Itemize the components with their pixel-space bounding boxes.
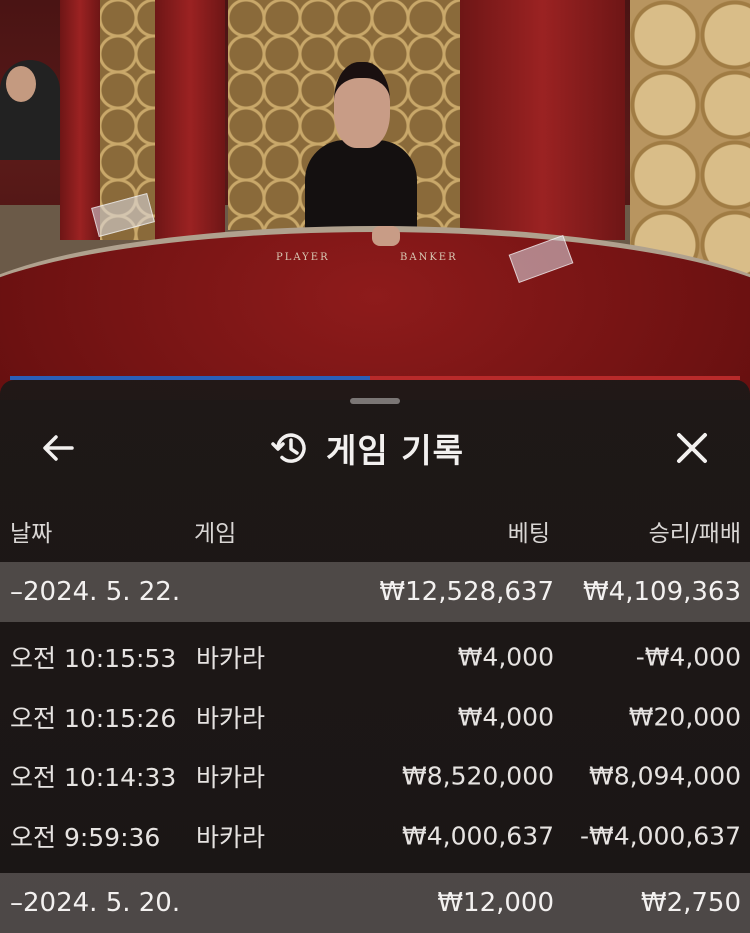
dealer-body — [305, 140, 417, 240]
group-result-total: ₩4,109,363 — [582, 577, 741, 607]
round-bet: ₩4,000 — [457, 702, 554, 732]
history-row[interactable]: 오전 10:15:53 바카라 ₩4,000 -₩4,000 — [0, 628, 750, 686]
history-row[interactable]: 오전 10:15:26 바카라 ₩4,000 ₩20,000 — [0, 688, 750, 746]
column-game: 게임 — [194, 521, 237, 547]
drag-handle[interactable] — [350, 398, 400, 404]
round-time: 오전 10:14:33 — [10, 763, 177, 792]
group-date: –2024. 5. 20. — [10, 888, 181, 918]
back-button[interactable] — [30, 426, 86, 470]
column-date: 날짜 — [10, 521, 53, 547]
group-date: –2024. 5. 22. — [10, 577, 181, 607]
banker-table-label: BANKER — [400, 252, 458, 263]
round-time: 오전 10:15:26 — [10, 704, 177, 733]
round-result: ₩8,094,000 — [589, 761, 741, 791]
round-game: 바카라 — [196, 644, 266, 673]
back-arrow-icon — [43, 435, 74, 461]
group-bet-total: ₩12,000 — [437, 888, 554, 918]
date-group-row[interactable]: –2024. 5. 20. ₩12,000 ₩2,750 — [0, 873, 750, 933]
round-game: 바카라 — [196, 704, 266, 733]
wall-panel — [60, 0, 100, 240]
round-bet: ₩4,000 — [457, 642, 554, 672]
wall-panel — [460, 0, 625, 240]
live-video-feed: PLAYER BANKER — [0, 0, 750, 400]
column-headers: 날짜 게임 베팅 승리/패배 — [0, 514, 750, 550]
close-button[interactable] — [664, 424, 720, 472]
column-bet: 베팅 — [507, 521, 550, 547]
dealer-head — [334, 62, 390, 148]
title-group: 게임 기록 — [270, 424, 464, 472]
round-result: ₩20,000 — [628, 702, 741, 732]
page-title: 게임 기록 — [326, 431, 464, 470]
dealer-hand — [372, 226, 400, 246]
background-person-face — [6, 66, 36, 102]
group-bet-total: ₩12,528,637 — [379, 577, 554, 607]
close-icon — [677, 433, 707, 463]
baccarat-table — [0, 226, 750, 400]
round-bet: ₩8,520,000 — [402, 761, 554, 791]
game-history-sheet: 게임 기록 날짜 게임 베팅 승리/패배 –2024. 5. 22. ₩12,5… — [0, 380, 750, 933]
group-result-total: ₩2,750 — [640, 888, 741, 918]
round-result: -₩4,000 — [635, 642, 741, 672]
wall-panel — [155, 0, 225, 240]
round-game: 바카라 — [196, 763, 266, 792]
round-bet: ₩4,000,637 — [402, 821, 554, 851]
sheet-header: 게임 기록 — [0, 416, 750, 480]
player-table-label: PLAYER — [276, 252, 330, 263]
date-group-row[interactable]: –2024. 5. 22. ₩12,528,637 ₩4,109,363 — [0, 562, 750, 622]
history-row[interactable]: 오전 10:14:33 바카라 ₩8,520,000 ₩8,094,000 — [0, 747, 750, 805]
round-time: 오전 9:59:36 — [10, 823, 161, 852]
round-game: 바카라 — [196, 823, 266, 852]
round-time: 오전 10:15:53 — [10, 644, 177, 673]
history-clock-icon — [271, 433, 306, 463]
round-result: -₩4,000,637 — [580, 821, 741, 851]
column-result: 승리/패배 — [648, 521, 741, 547]
history-row[interactable]: 오전 9:59:36 바카라 ₩4,000,637 -₩4,000,637 — [0, 807, 750, 865]
